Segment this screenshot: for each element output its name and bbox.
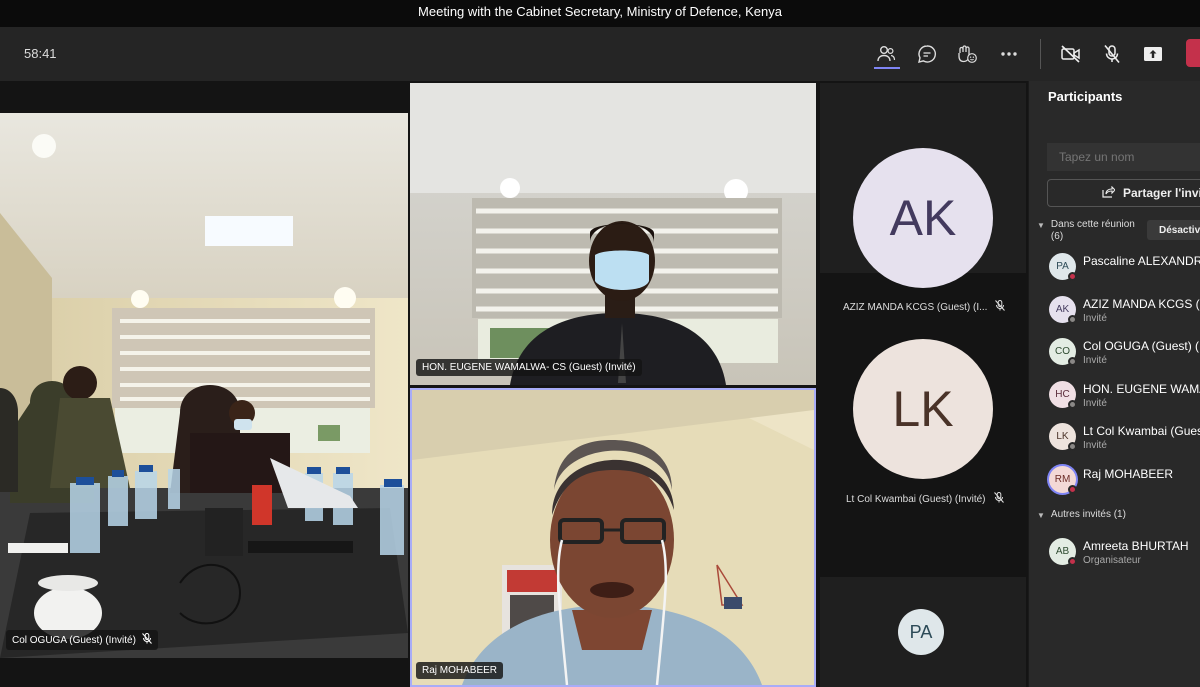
participant-row[interactable]: HC HON. EUGENE WAMALInvité (1049, 380, 1200, 416)
mic-off-icon (993, 492, 1004, 506)
participants-icon[interactable] (874, 42, 898, 66)
video-tile-conference-room[interactable]: Col OGUGA (Guest) (Invité) (0, 113, 408, 658)
chevron-down-icon: ▼ (1037, 511, 1045, 520)
video-stage: Col OGUGA (Guest) (Invité) HON. EUGENE W… (0, 81, 1028, 687)
section-label: Autres invités (1) (1050, 509, 1126, 520)
meeting-timer: 58:41 (24, 46, 57, 61)
participant-name-tag: Col OGUGA (Guest) (Invité) (6, 630, 158, 650)
window-title: Meeting with the Cabinet Secretary, Mini… (0, 0, 1200, 27)
presence-status-icon (1068, 314, 1077, 324)
participant-avatar: LK (853, 339, 993, 479)
tile-name-label: HON. EUGENE WAMALWA- CS (Guest) (Invité) (422, 362, 636, 373)
tile-name-label: Lt Col Kwambai (Guest) (Invité) (846, 493, 986, 505)
leave-button[interactable] (1186, 39, 1200, 67)
tile-name-label: AZIZ MANDA KCGS (Guest) (I... (843, 301, 988, 313)
section-in-meeting[interactable]: ▼ Dans cette réunion (6) (1037, 219, 1135, 243)
avatar-tile-label: AZIZ MANDA KCGS (Guest) (I... (843, 300, 1006, 314)
avatar-initials: AK (1055, 303, 1070, 315)
avatar-initials: LK (1056, 431, 1069, 442)
share-icon (1102, 185, 1116, 201)
more-icon[interactable] (997, 42, 1021, 66)
video-tile-eugene-wamalwa[interactable]: HON. EUGENE WAMALWA- CS (Guest) (Invité) (410, 83, 816, 385)
chat-icon[interactable] (915, 42, 939, 66)
toolbar-divider (1040, 39, 1041, 69)
participants-active-indicator (874, 67, 900, 69)
participant-row[interactable]: LK Lt Col Kwambai (Guest Invité (1049, 422, 1200, 458)
share-invite-label: Partager l'invit (1123, 186, 1200, 200)
presence-status-icon (1068, 442, 1077, 451)
participant-role: Organisateur (1083, 555, 1141, 566)
share-screen-icon[interactable] (1141, 42, 1165, 66)
participant-row[interactable]: CO Col OGUGA (Guest) (In Invité (1049, 337, 1200, 373)
participant-search-input[interactable] (1047, 143, 1200, 171)
camera-off-icon[interactable] (1059, 42, 1083, 66)
section-other-invitees[interactable]: ▼ Autres invités (1) (1037, 509, 1126, 520)
video-tile-raj-mohabeer[interactable]: Raj MOHABEER (410, 388, 816, 687)
participant-row[interactable]: PA Pascaline ALEXANDRE (1049, 252, 1200, 288)
reactions-icon[interactable] (955, 42, 979, 66)
participant-avatar: AK (853, 148, 993, 288)
participant-name-tag: Raj MOHABEER (416, 662, 504, 679)
avatar-initials: HC (1055, 388, 1070, 400)
avatar-tile-aziz-manda[interactable]: AK (820, 83, 1026, 288)
participant-row[interactable]: AK AZIZ MANDA KCGS (G Invité (1049, 295, 1200, 331)
participant-avatar: PA (898, 609, 944, 655)
participant-name: HON. EUGENE WAMAL (1083, 381, 1200, 396)
participant-role: Invité (1083, 355, 1107, 366)
presence-status-icon (1068, 272, 1077, 281)
participant-name: Amreeta BHURTAH (1083, 539, 1189, 553)
mic-off-icon[interactable] (1100, 42, 1124, 66)
conference-room-video (0, 113, 408, 658)
avatar-initials: PA (1056, 261, 1069, 272)
participants-panel: Participants Partager l'invit ▼ Dans cet… (1028, 81, 1200, 687)
meeting-toolbar: 58:41 (0, 27, 1200, 81)
participant-name: AZIZ MANDA KCGS (G (1083, 296, 1200, 311)
share-invite-button[interactable]: Partager l'invit (1047, 179, 1200, 207)
participant-role: Invité (1083, 397, 1107, 409)
panel-title: Participants (1048, 89, 1123, 104)
participant-name: Col OGUGA (Guest) (In (1083, 339, 1200, 353)
eugene-wamalwa-video (410, 83, 816, 385)
tile-name-label: Raj MOHABEER (422, 665, 498, 676)
avatar-tile-lt-col-kwambai[interactable]: LK (820, 321, 1026, 571)
participant-name: Raj MOHABEER (1083, 466, 1174, 481)
avatar-initials: CO (1055, 346, 1070, 357)
mute-all-button[interactable]: Désactiv (1147, 220, 1200, 240)
participant-row[interactable]: AB Amreeta BHURTAH Organisateur (1049, 537, 1200, 573)
participant-role: Invité (1083, 440, 1107, 451)
tile-name-label: Col OGUGA (Guest) (Invité) (12, 634, 136, 646)
raj-mohabeer-video (412, 390, 814, 685)
avatar-initials: RM (1054, 473, 1071, 485)
avatar-initials: LK (892, 381, 954, 437)
chevron-down-icon: ▼ (1037, 221, 1045, 230)
avatar-tile-pascaline[interactable]: PA (820, 577, 1026, 687)
participant-name-tag: HON. EUGENE WAMALWA- CS (Guest) (Invité) (416, 359, 642, 376)
avatar-initials: AK (889, 190, 957, 246)
presence-status-icon (1068, 484, 1077, 494)
presence-status-icon (1068, 357, 1077, 366)
participant-name: Lt Col Kwambai (Guest (1083, 424, 1200, 438)
section-label: Dans cette réunion (1050, 219, 1135, 230)
avatar-initials: AB (1055, 546, 1070, 557)
presence-status-icon (1068, 399, 1077, 409)
participant-role: Invité (1083, 312, 1107, 324)
mic-off-icon (142, 633, 152, 647)
participant-name: Pascaline ALEXANDRE (1083, 254, 1200, 268)
avatar-tile-label: Lt Col Kwambai (Guest) (Invité) (846, 492, 1004, 506)
participant-row[interactable]: RM Raj MOHABEER (1049, 465, 1200, 501)
avatar-initials: PA (909, 621, 933, 642)
mic-off-icon (995, 300, 1006, 314)
presence-status-icon (1068, 557, 1077, 566)
section-count: (6) (1050, 231, 1064, 242)
